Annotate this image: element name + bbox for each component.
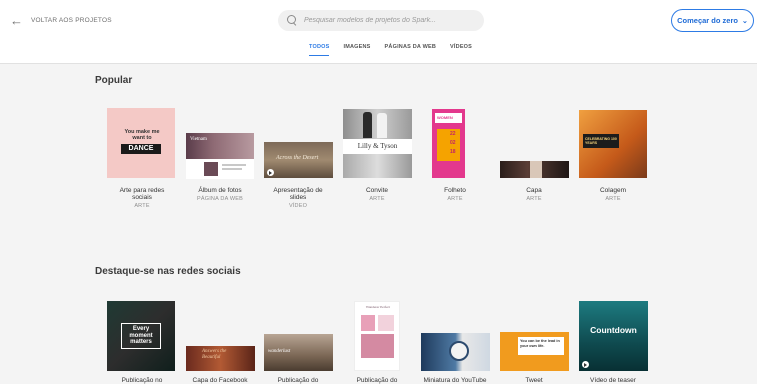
template-name: Vídeo de teaser [590, 377, 636, 384]
thumb-text-dance: DANCE [121, 144, 161, 154]
thumb-text: Countdown [590, 325, 637, 335]
template-thumb-collage[interactable]: CELEBRATING 100 YEARS [579, 110, 647, 178]
template-item-post-3[interactable]: Publicação do [253, 377, 343, 384]
tab-images[interactable]: IMAGENS [343, 44, 370, 56]
thumb-text: Vietnam [190, 137, 207, 142]
top-bar: ← VOLTAR AOS PROJETOS Começar do zero ⌄ … [0, 0, 757, 64]
template-thumb-slideshow[interactable]: Across the Desert [264, 142, 333, 178]
thumb-figure [530, 161, 542, 178]
thumb-text: wanderlust [268, 349, 291, 354]
thumb-line [222, 164, 246, 166]
search-input[interactable] [304, 17, 484, 24]
thumb-photo [361, 315, 375, 331]
template-name: Capa do Facebook [192, 377, 248, 384]
section-title-popular: Popular [95, 75, 133, 86]
tab-all[interactable]: TODOS [309, 44, 330, 56]
template-name: Capa [526, 187, 542, 194]
template-name: Folheto [444, 187, 466, 194]
back-label: VOLTAR AOS PROJETOS [31, 17, 112, 24]
template-name: Publicação do [277, 377, 319, 384]
template-thumb-photo-album[interactable]: Vietnam [186, 133, 254, 179]
template-thumb-youtube[interactable] [421, 333, 490, 371]
thumb-text: You can be the lead in your own life. [520, 339, 560, 348]
search-bar[interactable] [278, 10, 484, 31]
thumb-photo-bottom [343, 154, 412, 178]
thumb-date-block: 22 02 18 [437, 129, 460, 161]
template-name: Colagem [599, 187, 626, 194]
template-name: Apresentação de slides [273, 187, 323, 201]
thumb-text: Answers the Beautiful [202, 349, 227, 360]
template-thumb-teaser-video[interactable]: Countdown [579, 301, 648, 371]
template-item-collage[interactable]: Colagem ARTE [568, 187, 658, 202]
template-name: Publicação no [121, 377, 163, 384]
section-title-social: Destaque-se nas redes sociais [95, 266, 241, 277]
tab-videos[interactable]: VÍDEOS [450, 44, 472, 56]
template-category: VÍDEO [288, 203, 308, 209]
template-thumb-social-post[interactable]: Every moment matters [107, 301, 175, 371]
template-thumb-post-3[interactable]: wanderlust [264, 334, 333, 371]
template-item-social-art[interactable]: Arte para redes sociais ARTE [97, 187, 187, 209]
thumb-text: Lilly & Tyson [357, 142, 398, 150]
thumb-figure [377, 113, 387, 138]
template-name: Álbum de fotos [198, 187, 242, 194]
thumb-figure [363, 112, 372, 138]
template-item-youtube-thumb[interactable]: Miniatura do YouTube [410, 377, 500, 384]
template-item-photo-album[interactable]: Álbum de fotos PÁGINA DA WEB [175, 187, 265, 202]
arrow-left-icon: ← [10, 13, 23, 28]
template-category: ARTE [369, 196, 385, 202]
start-button-label: Começar do zero [677, 16, 738, 25]
template-item-flyer[interactable]: Folheto ARTE [410, 187, 500, 202]
template-name: Convite [365, 187, 389, 194]
back-to-projects-link[interactable]: ← VOLTAR AOS PROJETOS [10, 14, 112, 27]
start-from-scratch-button[interactable]: Começar do zero ⌄ [671, 9, 754, 32]
search-icon [287, 15, 298, 26]
play-icon [582, 361, 589, 368]
thumb-text: Wanderer Perfect [365, 305, 391, 309]
thumb-text: Across the Desert [276, 155, 319, 161]
play-icon [267, 169, 274, 176]
tab-web-pages[interactable]: PÁGINAS DA WEB [385, 44, 437, 56]
thumb-line [222, 168, 242, 170]
thumb-text: CELEBRATING 100 YEARS [585, 137, 617, 145]
thumb-date: 02 [450, 140, 456, 146]
filter-tabs: TODOS IMAGENS PÁGINAS DA WEB VÍDEOS [309, 44, 472, 56]
template-category: ARTE [526, 196, 542, 202]
template-category: ARTE [605, 196, 621, 202]
thumb-text: WOMEN [437, 115, 453, 120]
thumb-photo-small [204, 162, 218, 176]
thumb-photo [361, 334, 394, 358]
template-name: Tweet [525, 377, 543, 384]
template-item-teaser-video[interactable]: Vídeo de teaser [568, 377, 658, 384]
template-thumb-post-4[interactable]: Wanderer Perfect [354, 301, 400, 371]
thumb-date: 18 [450, 149, 456, 155]
template-item-cover[interactable]: Capa ARTE [489, 187, 579, 202]
template-item-social-post[interactable]: Publicação no [97, 377, 187, 384]
template-category: ARTE [134, 203, 150, 209]
template-category: PÁGINA DA WEB [196, 196, 243, 202]
thumb-photo [378, 315, 394, 331]
template-thumb-flyer[interactable]: WOMEN 22 02 18 [432, 109, 465, 178]
thumb-text: Every moment matters [129, 326, 153, 345]
thumb-date: 22 [450, 131, 456, 137]
chevron-down-icon: ⌄ [741, 17, 748, 25]
template-thumb-tweet[interactable]: You can be the lead in your own life. [500, 332, 569, 371]
template-name: Miniatura do YouTube [423, 377, 487, 384]
template-item-invitation[interactable]: Convite ARTE [332, 187, 422, 202]
template-item-tweet[interactable]: Tweet [489, 377, 579, 384]
template-thumb-invitation[interactable]: Lilly & Tyson [343, 109, 412, 178]
template-item-post-4[interactable]: Publicação do [332, 377, 422, 384]
template-category: ARTE [447, 196, 463, 202]
template-name: Publicação do [356, 377, 398, 384]
thumb-plate [449, 341, 469, 361]
template-thumb-cover[interactable] [500, 161, 569, 178]
template-thumb-facebook-cover[interactable]: Answers the Beautiful [186, 346, 255, 371]
template-name: Arte para redes sociais [119, 187, 165, 201]
template-thumb-social-art[interactable]: You make me want to DANCE [107, 108, 175, 178]
template-item-slideshow[interactable]: Apresentação de slides VÍDEO [253, 187, 343, 209]
thumb-text: You make me want to [124, 129, 160, 141]
template-item-facebook-cover[interactable]: Capa do Facebook [175, 377, 265, 384]
